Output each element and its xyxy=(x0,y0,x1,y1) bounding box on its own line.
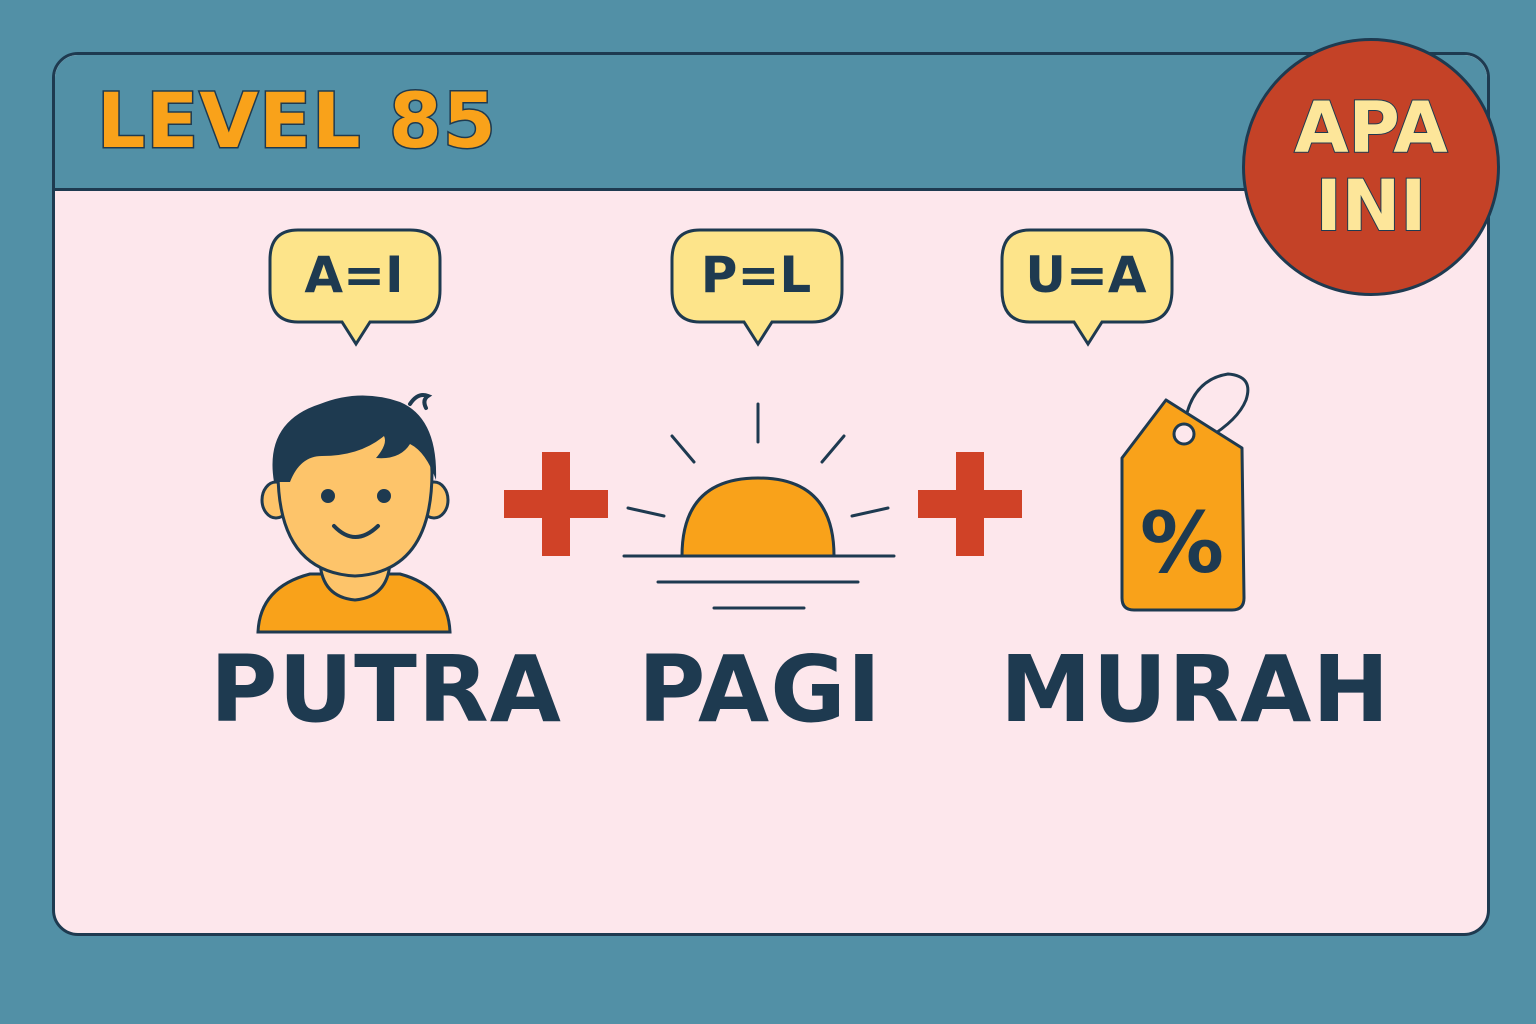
badge-line-1: APA xyxy=(1293,87,1448,169)
hint-text-1: A=I xyxy=(304,246,404,304)
word-1: PUTRA xyxy=(210,636,562,743)
badge-line-2: INI xyxy=(1315,165,1428,247)
price-tag-icon[interactable]: % xyxy=(1116,370,1256,614)
hint-text-3: U=A xyxy=(1025,246,1147,304)
word-2: PAGI xyxy=(638,636,882,743)
boy-icon[interactable] xyxy=(250,382,460,638)
hint-text-2: P=L xyxy=(700,246,812,304)
percent-symbol: % xyxy=(1140,494,1224,592)
hint-bubble-2: P=L xyxy=(670,228,844,347)
game-screen: LEVEL 85 APA INI A=I P=L U=A % PUTRA PAG… xyxy=(0,0,1536,1024)
word-3: MURAH xyxy=(1000,636,1391,743)
hint-bubble-1: A=I xyxy=(268,228,442,347)
plus-operator-2 xyxy=(918,452,1022,556)
sunrise-icon[interactable] xyxy=(622,400,898,616)
apa-ini-badge[interactable]: APA INI xyxy=(1242,38,1500,296)
plus-operator-1 xyxy=(504,452,608,556)
level-title: LEVEL 85 xyxy=(96,76,498,165)
hint-bubble-3: U=A xyxy=(1000,228,1174,347)
